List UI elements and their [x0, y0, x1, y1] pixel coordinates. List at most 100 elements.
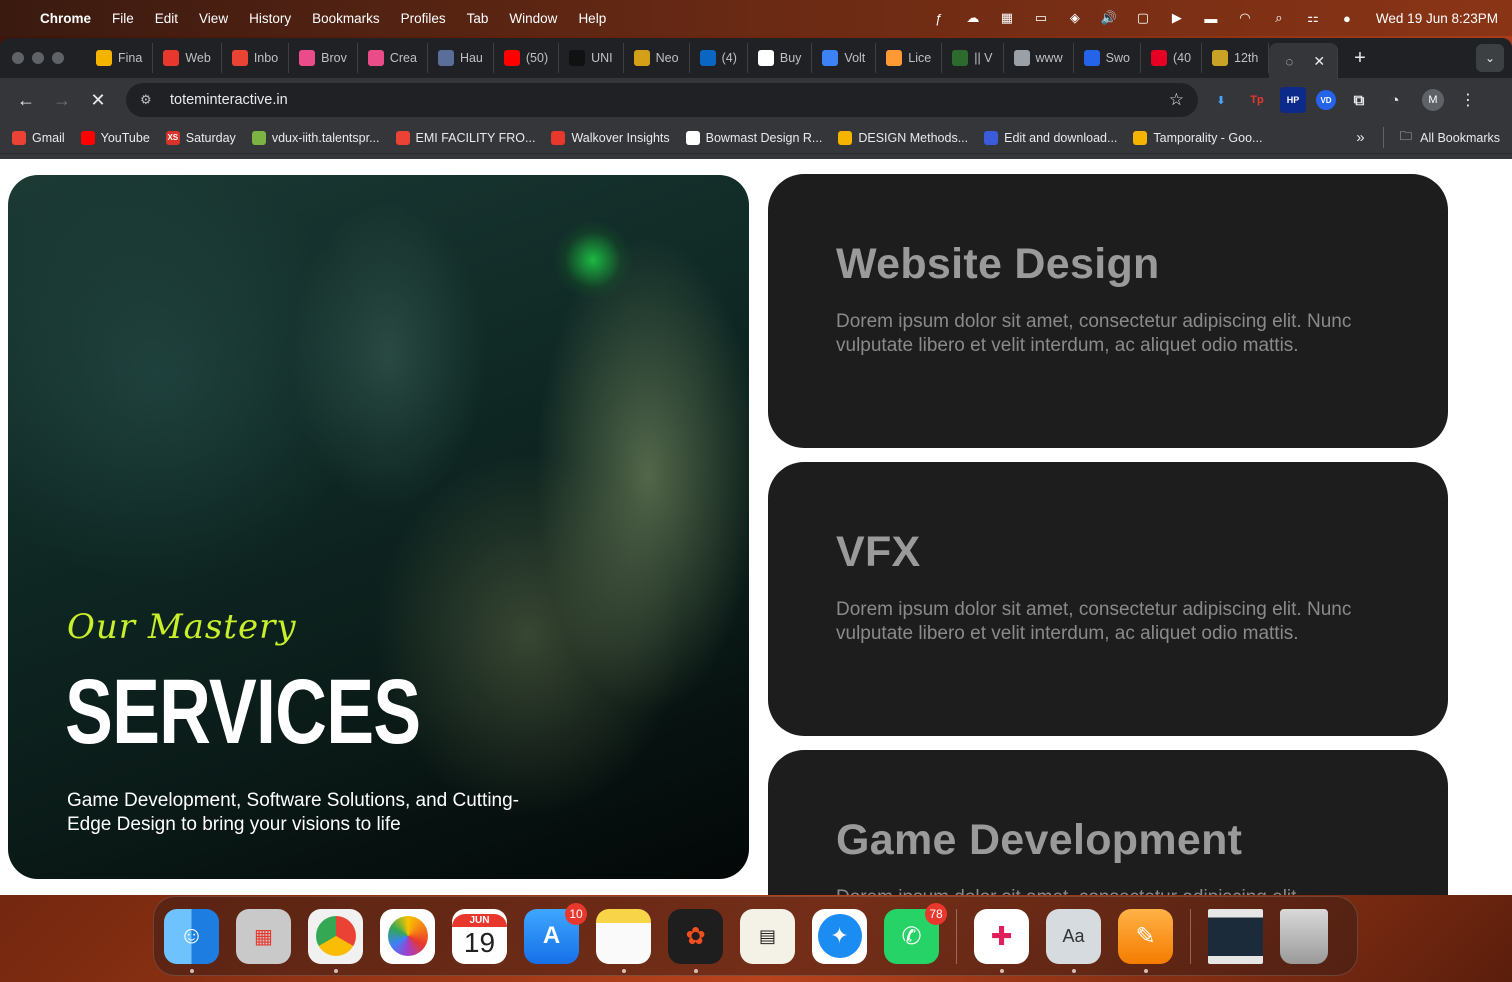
- profile-avatar[interactable]: M: [1422, 89, 1444, 111]
- service-card-website-design[interactable]: Website Design Dorem ipsum dolor sit ame…: [768, 174, 1448, 448]
- bookmark-item[interactable]: YouTube: [80, 130, 150, 145]
- minimize-window-button[interactable]: [32, 52, 44, 64]
- chrome-menu-icon[interactable]: ⋮: [1460, 90, 1476, 110]
- bookmark-item[interactable]: vdux-iith.talentspr...: [251, 130, 380, 145]
- wifi-icon[interactable]: ◠: [1236, 10, 1254, 25]
- volume-icon[interactable]: 🔊: [1100, 10, 1118, 25]
- menu-bookmarks[interactable]: Bookmarks: [312, 11, 380, 26]
- bookmark-item[interactable]: Gmail: [12, 130, 65, 145]
- chrome-icon[interactable]: [308, 908, 363, 973]
- maximize-window-button[interactable]: [52, 52, 64, 64]
- menu-view[interactable]: View: [199, 11, 228, 26]
- launchpad-icon[interactable]: ▦: [236, 908, 291, 964]
- control-center-icon[interactable]: ⚏: [1304, 10, 1322, 25]
- safari-icon[interactable]: ✦: [812, 908, 867, 964]
- more-bookmarks-chevron-icon[interactable]: »: [1356, 129, 1364, 146]
- trash-icon[interactable]: [1280, 908, 1328, 964]
- bookmark-item[interactable]: Tamporality - Goo...: [1133, 130, 1262, 145]
- menu-history[interactable]: History: [249, 11, 291, 26]
- figma-icon[interactable]: ✿: [668, 908, 723, 973]
- bookmark-item[interactable]: Walkover Insights: [551, 130, 670, 145]
- tab[interactable]: Buy: [748, 43, 813, 73]
- tab[interactable]: || V: [942, 43, 1004, 73]
- back-button[interactable]: ←: [10, 84, 42, 116]
- slack-icon[interactable]: ✚: [974, 908, 1029, 973]
- hp-extension-icon[interactable]: HP: [1280, 87, 1306, 113]
- tab-label: Web: [185, 51, 211, 65]
- service-description: Dorem ipsum dolor sit amet, consectetur …: [836, 311, 1352, 356]
- tab[interactable]: Inbo: [222, 43, 290, 73]
- tab[interactable]: Volt: [812, 43, 877, 73]
- creative-cloud-icon[interactable]: ☁: [964, 10, 982, 25]
- tab-active[interactable]: ◌ ✕: [1269, 43, 1339, 79]
- menu-profiles[interactable]: Profiles: [401, 11, 446, 26]
- menu-app-name[interactable]: Chrome: [40, 11, 91, 26]
- menu-clock[interactable]: Wed 19 Jun 8:23PM: [1376, 11, 1498, 26]
- tab[interactable]: Hau: [428, 43, 494, 73]
- bookmark-item[interactable]: Edit and download...: [984, 130, 1117, 145]
- siri-icon[interactable]: ●: [1338, 11, 1356, 26]
- service-card-game-development[interactable]: Game Development Dorem ipsum dolor sit a…: [768, 750, 1448, 895]
- tab[interactable]: Brov: [289, 43, 358, 73]
- tab-search-button[interactable]: ⌄: [1476, 44, 1504, 72]
- performance-icon[interactable]: ◔: [1382, 87, 1408, 113]
- figma-status-icon[interactable]: ƒ: [930, 11, 948, 26]
- app-store-icon[interactable]: A 10: [524, 902, 587, 964]
- tab[interactable]: Web: [153, 43, 222, 73]
- tab[interactable]: Fina: [86, 43, 154, 73]
- forward-button[interactable]: →: [46, 84, 78, 116]
- site-info-icon[interactable]: ⚙: [140, 92, 158, 108]
- tab[interactable]: UNI: [559, 43, 624, 73]
- bookmark-label: Saturday: [185, 130, 236, 145]
- url-text[interactable]: toteminteractive.in: [170, 92, 288, 108]
- extensions-puzzle-icon[interactable]: ⧉: [1346, 87, 1372, 113]
- all-bookmarks-button[interactable]: 🗀 All Bookmarks: [1382, 127, 1500, 148]
- recent-screenshot-icon[interactable]: [1208, 908, 1263, 964]
- tab[interactable]: (40: [1141, 43, 1203, 73]
- notes-icon[interactable]: [596, 908, 651, 973]
- bookmark-item[interactable]: EMI FACILITY FRO...: [395, 130, 535, 145]
- new-tab-button[interactable]: +: [1354, 47, 1366, 70]
- bookmark-item[interactable]: DESIGN Methods...: [838, 130, 968, 145]
- bookmark-star-icon[interactable]: ☆: [1169, 90, 1184, 110]
- close-tab-icon[interactable]: ✕: [1313, 53, 1325, 70]
- screen-mirror-icon[interactable]: ▢: [1134, 10, 1152, 25]
- menu-tab[interactable]: Tab: [467, 11, 489, 26]
- download-extension-icon[interactable]: ⬇: [1208, 87, 1234, 113]
- service-card-vfx[interactable]: VFX Dorem ipsum dolor sit amet, consecte…: [768, 462, 1448, 736]
- tab[interactable]: (50): [494, 43, 560, 73]
- tab[interactable]: (4): [690, 43, 748, 73]
- tab[interactable]: www: [1004, 43, 1074, 73]
- neo-icon: [633, 50, 650, 66]
- menu-edit[interactable]: Edit: [155, 11, 178, 26]
- calendar-status-icon[interactable]: ▦: [998, 10, 1016, 25]
- tab[interactable]: 12th: [1202, 43, 1270, 73]
- pages-icon[interactable]: ✎: [1118, 908, 1173, 973]
- tp-extension-icon[interactable]: Tp: [1244, 87, 1270, 113]
- vd-extension-icon[interactable]: VD: [1316, 90, 1336, 110]
- bookmark-item[interactable]: XS Saturday: [165, 130, 236, 145]
- activity-monitor-icon[interactable]: ▤: [740, 908, 795, 964]
- layers-icon[interactable]: ◈: [1066, 10, 1084, 25]
- close-window-button[interactable]: [12, 52, 24, 64]
- play-icon[interactable]: ▶: [1168, 10, 1186, 25]
- tab[interactable]: Swo: [1074, 43, 1141, 73]
- window-controls: [12, 52, 64, 64]
- tab[interactable]: Lice: [876, 43, 943, 73]
- spotlight-search-icon[interactable]: ⌕: [1270, 10, 1288, 25]
- tab[interactable]: Crea: [358, 43, 428, 73]
- bookmark-item[interactable]: Bowmast Design R...: [685, 130, 822, 145]
- menu-file[interactable]: File: [112, 11, 134, 26]
- battery-icon[interactable]: ▬: [1202, 11, 1220, 26]
- photos-icon[interactable]: [380, 908, 435, 964]
- address-bar[interactable]: ⚙ toteminteractive.in ☆: [126, 83, 1198, 117]
- menu-help[interactable]: Help: [578, 11, 606, 26]
- tab[interactable]: Neo: [624, 43, 690, 73]
- menu-window[interactable]: Window: [509, 11, 557, 26]
- stop-loading-button[interactable]: ✕: [82, 84, 114, 116]
- font-book-icon[interactable]: Aa: [1046, 908, 1101, 973]
- whatsapp-icon[interactable]: ✆ 78: [884, 902, 947, 964]
- calendar-icon[interactable]: JUN 19: [452, 908, 507, 964]
- finder-icon[interactable]: ☺: [164, 908, 219, 973]
- display-status-icon[interactable]: ▭: [1032, 10, 1050, 25]
